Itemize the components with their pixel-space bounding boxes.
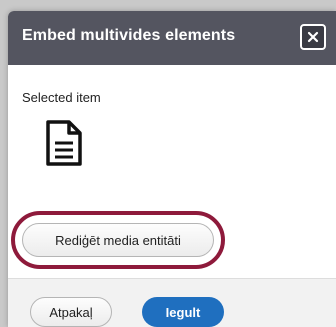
selected-item-label: Selected item <box>22 90 101 105</box>
dialog-titlebar: Embed multivides elements <box>8 11 336 65</box>
close-button[interactable] <box>300 24 326 50</box>
embed-dialog: Embed multivides elements Selected item … <box>8 11 336 327</box>
edit-media-entity-button[interactable]: Rediģēt media entitāti <box>22 223 214 257</box>
insert-button[interactable]: Iegult <box>142 297 224 327</box>
close-icon <box>307 31 319 43</box>
dialog-footer: Atpakaļ Iegult <box>8 278 336 327</box>
back-button[interactable]: Atpakaļ <box>30 297 112 327</box>
document-icon <box>45 119 83 172</box>
dialog-title: Embed multivides elements <box>22 27 236 44</box>
